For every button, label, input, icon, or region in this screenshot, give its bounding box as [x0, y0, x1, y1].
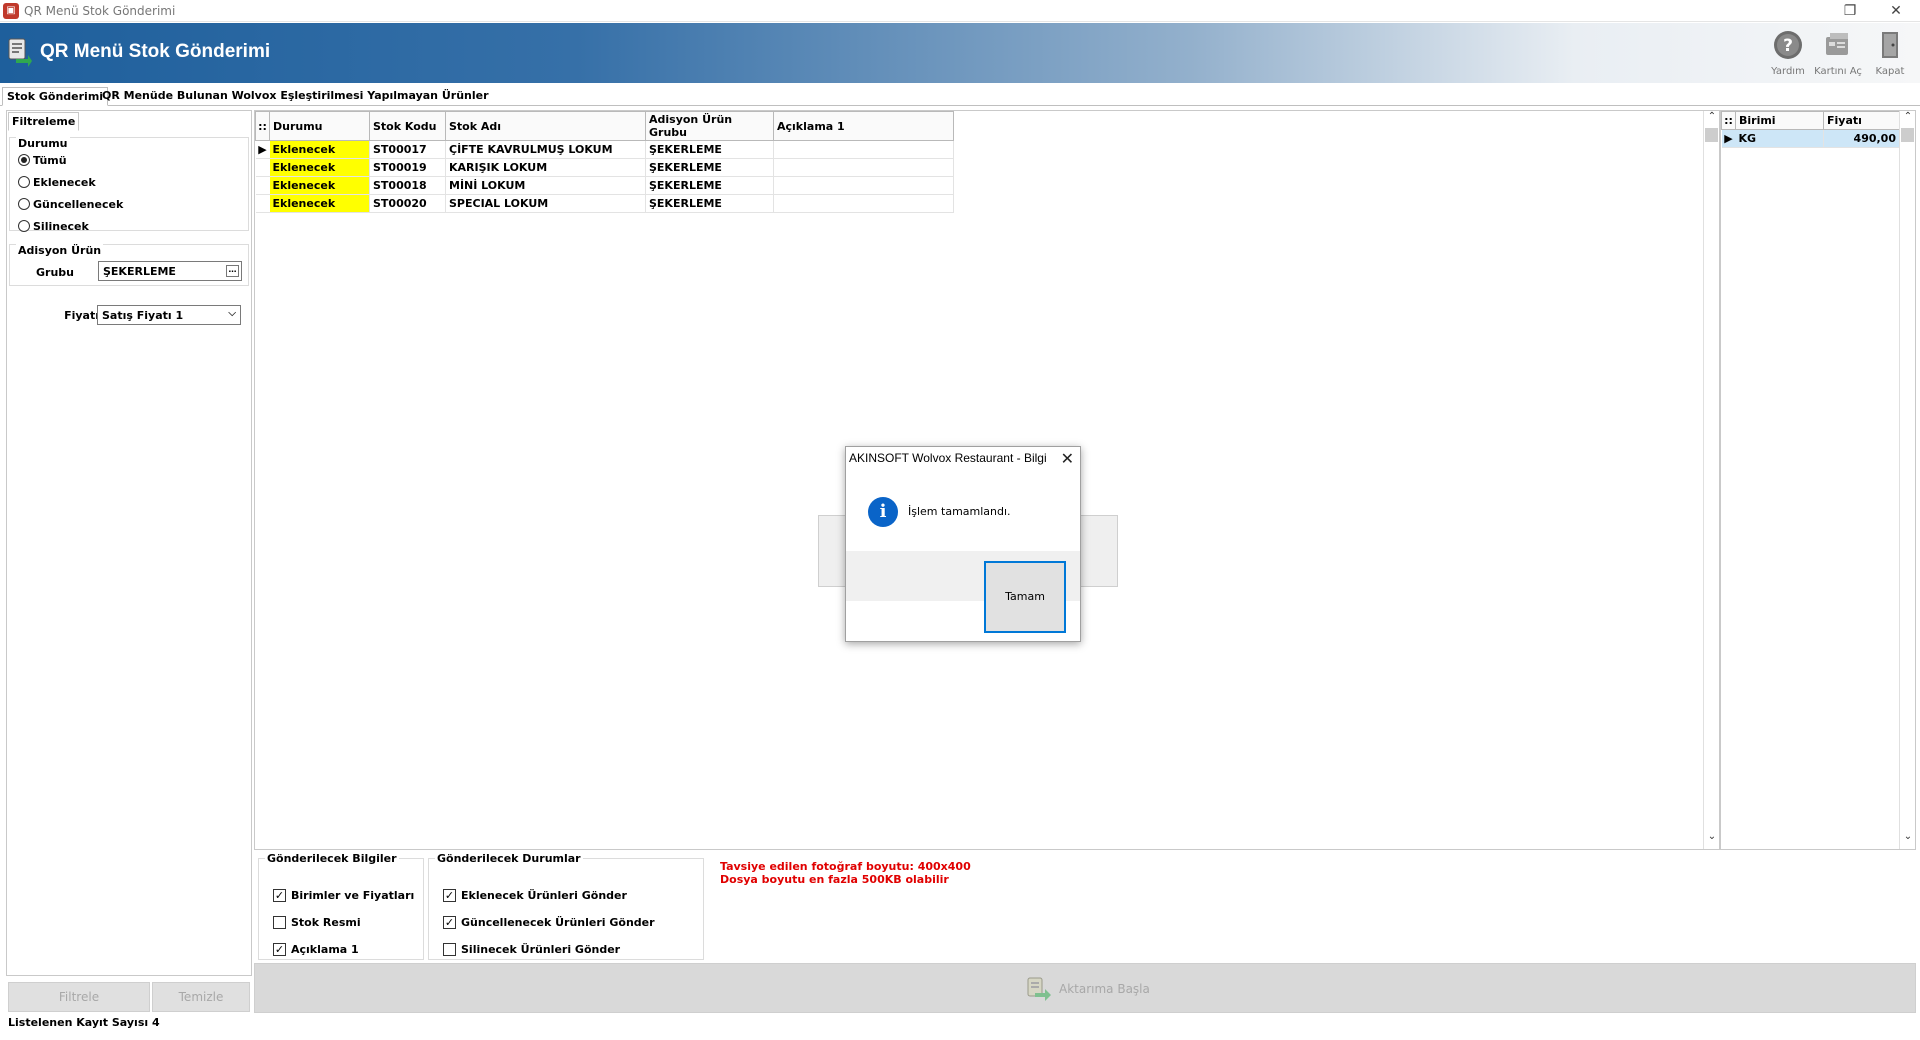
radio-circle: [18, 220, 30, 232]
col-stok-adi[interactable]: Stok Adı: [445, 111, 646, 141]
ok-button[interactable]: Tamam: [984, 561, 1066, 633]
info-icon: i: [868, 497, 898, 527]
open-card-button[interactable]: Kartını Aç: [1812, 27, 1864, 81]
start-transfer-button[interactable]: Aktarıma Başla: [1025, 974, 1150, 1004]
col-aciklama[interactable]: Açıklama 1: [773, 111, 954, 141]
close-icon[interactable]: ✕: [1061, 449, 1074, 468]
checkbox-guncellenecek-gonder[interactable]: ✓ Güncellenecek Ürünleri Gönder: [443, 914, 655, 930]
scroll-thumb[interactable]: [1901, 128, 1914, 142]
checkbox-box: ✓: [273, 942, 286, 956]
filter-tab[interactable]: Filtreleme: [8, 112, 80, 131]
table-row[interactable]: Eklenecek ST00018 MİNİ LOKUM ŞEKERLEME: [255, 176, 954, 195]
price-grid: :: Birimi Fiyatı ▶ KG 490,00 ⌃ ⌄: [1720, 110, 1916, 850]
ellipsis-icon[interactable]: …: [226, 265, 239, 277]
tab-stok-gonderimi[interactable]: Stok Gönderimi: [2, 87, 109, 106]
table-header-row: :: Durumu Stok Kodu Stok Adı Adisyon Ürü…: [255, 111, 954, 141]
col-birimi[interactable]: Birimi: [1735, 111, 1824, 130]
window-titlebar: ▣ QR Menü Stok Gönderimi ❐ ✕: [0, 0, 1920, 22]
table-header-row: :: Birimi Fiyatı: [1721, 111, 1900, 130]
bottom-options: Gönderilecek Bilgiler ✓ Birimler ve Fiyat…: [254, 850, 1916, 1013]
send-info-group: Gönderilecek Bilgiler ✓ Birimler ve Fiyat…: [258, 852, 424, 960]
tab-eslestirilmeyen-urunler[interactable]: QR Menüde Bulunan Wolvox Eşleştirilmesi …: [98, 87, 493, 106]
scroll-down-icon[interactable]: ⌄: [1704, 831, 1720, 847]
fiyati-select[interactable]: Satış Fiyatı 1 ⌵: [97, 305, 241, 325]
restore-button[interactable]: ❐: [1830, 0, 1870, 22]
dialog-title: AKINSOFT Wolvox Restaurant - Bilgi: [849, 451, 1047, 465]
grid-menu-icon[interactable]: ::: [1721, 111, 1736, 130]
main-grid-scrollbar[interactable]: ⌃ ⌄: [1703, 111, 1719, 849]
record-count: Listelenen Kayıt Sayısı 4: [8, 1016, 160, 1029]
start-transfer-bar: Aktarıma Başla: [254, 963, 1916, 1013]
row-indicator-icon: ▶: [255, 140, 270, 159]
dialog-message: İşlem tamamlandı.: [908, 505, 1011, 518]
radio-tumu[interactable]: Tümü: [18, 152, 67, 168]
send-status-group: Gönderilecek Durumlar ✓ Eklenecek Ürünler…: [428, 852, 704, 960]
checkbox-box: [443, 942, 456, 956]
svg-text:?: ?: [1783, 36, 1793, 56]
grubu-label: Grubu: [36, 266, 74, 279]
scroll-down-icon[interactable]: ⌄: [1900, 831, 1916, 847]
radio-circle: [18, 154, 30, 166]
radio-silinecek[interactable]: Silinecek: [18, 218, 89, 234]
table-row[interactable]: Eklenecek ST00019 KARIŞIK LOKUM ŞEKERLEM…: [255, 158, 954, 177]
send-status-title: Gönderilecek Durumlar: [435, 852, 583, 865]
price-table: :: Birimi Fiyatı ▶ KG 490,00: [1721, 111, 1900, 148]
main-tabs: Stok Gönderimi QR Menüde Bulunan Wolvox …: [0, 86, 1920, 106]
exit-button[interactable]: Kapat: [1864, 27, 1916, 81]
checkbox-box: ✓: [443, 888, 456, 902]
table-row[interactable]: ▶ KG 490,00: [1721, 129, 1900, 148]
grubu-field[interactable]: ŞEKERLEME …: [98, 261, 242, 281]
table-row[interactable]: ▶ Eklenecek ST00017 ÇİFTE KAVRULMUŞ LOKU…: [255, 140, 954, 159]
header-title: QR Menü Stok Gönderimi: [40, 41, 271, 62]
close-button[interactable]: ✕: [1876, 0, 1916, 22]
clear-button[interactable]: Temizle: [152, 982, 250, 1012]
info-dialog: AKINSOFT Wolvox Restaurant - Bilgi ✕ i İ…: [845, 446, 1081, 642]
stock-transfer-icon: [8, 38, 32, 67]
checkbox-box: ✓: [273, 888, 286, 902]
checkbox-box: [273, 915, 286, 929]
col-durumu[interactable]: Durumu: [269, 111, 370, 141]
send-info-title: Gönderilecek Bilgiler: [265, 852, 399, 865]
grid-menu-icon[interactable]: ::: [255, 111, 270, 141]
scroll-up-icon[interactable]: ⌃: [1704, 111, 1720, 127]
table-row[interactable]: Eklenecek ST00020 SPECIAL LOKUM ŞEKERLEM…: [255, 194, 954, 213]
checkbox-box: ✓: [443, 915, 456, 929]
scroll-up-icon[interactable]: ⌃: [1900, 111, 1916, 127]
radio-guncellenecek[interactable]: Güncellenecek: [18, 196, 123, 212]
durum-title: Durumu: [16, 137, 70, 150]
filter-button[interactable]: Filtrele: [8, 982, 150, 1012]
window-title: QR Menü Stok Gönderimi: [24, 4, 176, 18]
checkbox-stok-resmi[interactable]: Stok Resmi: [273, 914, 361, 930]
durum-group: Durumu Tümü Eklenecek Güncellenecek Sili…: [9, 137, 249, 234]
checkbox-aciklama-1[interactable]: ✓ Açıklama 1: [273, 941, 359, 957]
help-button[interactable]: ? Yardım: [1762, 27, 1814, 81]
checkbox-silinecek-gonder[interactable]: Silinecek Ürünleri Gönder: [443, 941, 620, 957]
col-stok-kodu[interactable]: Stok Kodu: [369, 111, 446, 141]
fiyati-label: Fiyatı: [64, 309, 99, 322]
col-adisyon-grubu[interactable]: Adisyon Ürün Grubu: [645, 111, 774, 141]
open-card-icon: [1826, 33, 1848, 55]
radio-circle: [18, 176, 30, 188]
row-indicator-icon: ▶: [1721, 129, 1736, 148]
filter-panel: Filtreleme Durumu Tümü Eklenecek Güncell…: [6, 110, 252, 976]
checkbox-birimler-fiyatlari[interactable]: ✓ Birimler ve Fiyatları: [273, 887, 414, 903]
checkbox-eklenecek-gonder[interactable]: ✓ Eklenecek Ürünleri Gönder: [443, 887, 627, 903]
scroll-thumb[interactable]: [1705, 128, 1718, 142]
transfer-icon: [1027, 977, 1051, 1001]
help-icon: ?: [1774, 31, 1802, 59]
adisyon-title: Adisyon Ürün: [16, 244, 104, 257]
radio-circle: [18, 198, 30, 210]
chevron-down-icon: ⌵: [228, 308, 236, 319]
exit-icon: [1882, 32, 1898, 58]
app-header: QR Menü Stok Gönderimi ? Yardım Kartını …: [0, 23, 1920, 83]
adisyon-group: Adisyon Ürün Grubu ŞEKERLEME …: [9, 244, 249, 286]
app-icon: ▣: [3, 3, 19, 19]
photo-size-warning: Tavsiye edilen fotoğraf boyutu: 400x400 …: [720, 860, 971, 886]
price-grid-scrollbar[interactable]: ⌃ ⌄: [1899, 111, 1915, 849]
col-fiyati[interactable]: Fiyatı: [1823, 111, 1900, 130]
radio-eklenecek[interactable]: Eklenecek: [18, 174, 96, 190]
stock-table: :: Durumu Stok Kodu Stok Adı Adisyon Ürü…: [255, 111, 954, 213]
